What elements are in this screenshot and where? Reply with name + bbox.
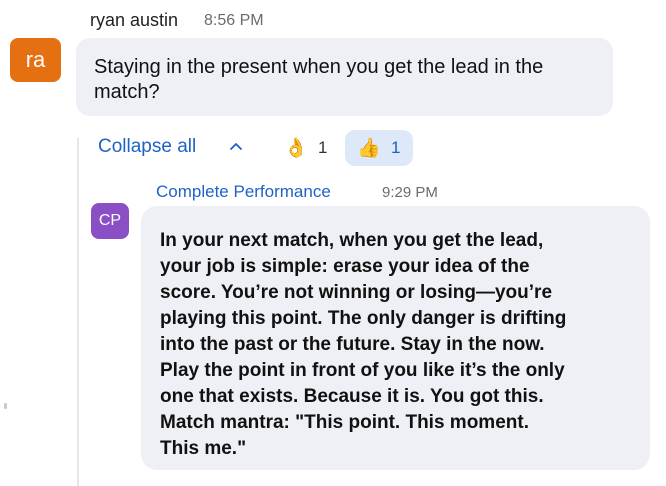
reaction-count: 1 bbox=[391, 138, 401, 157]
message-timestamp: 9:29 PM bbox=[382, 184, 438, 201]
thumbs-up-icon: 👍 bbox=[357, 137, 381, 159]
reply-text-line: Play the point in front of you like it’s… bbox=[160, 360, 565, 381]
sender-name[interactable]: Complete Performance bbox=[156, 182, 331, 202]
avatar-initials: CP bbox=[98, 212, 122, 229]
avatar[interactable]: ra bbox=[10, 38, 61, 82]
reply-text-line: score. You’re not winning or losing—you’… bbox=[160, 282, 553, 303]
chevron-up-icon[interactable] bbox=[227, 138, 245, 156]
reply-bubble: In your next match, when you get the lea… bbox=[141, 206, 650, 470]
thread-line bbox=[77, 138, 79, 486]
reply-text-line: into the past or the future. Stay in the… bbox=[160, 334, 545, 355]
collapse-all-button[interactable]: Collapse all bbox=[98, 136, 196, 158]
reply-text-line: your job is simple: erase your idea of t… bbox=[160, 256, 530, 277]
reply-text-line: In your next match, when you get the lea… bbox=[160, 230, 544, 251]
reaction-count: 1 bbox=[318, 138, 328, 157]
scroll-edge-marker bbox=[4, 403, 7, 409]
reaction-thumbs-up[interactable]: 👍 1 bbox=[345, 130, 413, 166]
chat-thread: ra ryan austin 8:56 PM Staying in the pr… bbox=[0, 0, 666, 486]
reply-text-line: This me." bbox=[160, 438, 247, 459]
reaction-ok-hand[interactable]: 👌 1 bbox=[276, 130, 336, 166]
avatar-initials: ra bbox=[25, 47, 46, 72]
message-timestamp: 8:56 PM bbox=[204, 12, 264, 29]
ok-hand-icon: 👌 bbox=[284, 137, 308, 159]
reply-text-line: one that exists. Because it is. You got … bbox=[160, 386, 544, 407]
reply-text-line: Match mantra: "This point. This moment. bbox=[160, 412, 529, 433]
message-bubble: Staying in the present when you get the … bbox=[76, 38, 613, 116]
sender-name[interactable]: ryan austin bbox=[90, 10, 178, 31]
avatar[interactable]: CP bbox=[91, 203, 129, 239]
message-text: Staying in the present when you get the … bbox=[94, 56, 544, 103]
reply-text-line: playing this point. The only danger is d… bbox=[160, 308, 567, 329]
